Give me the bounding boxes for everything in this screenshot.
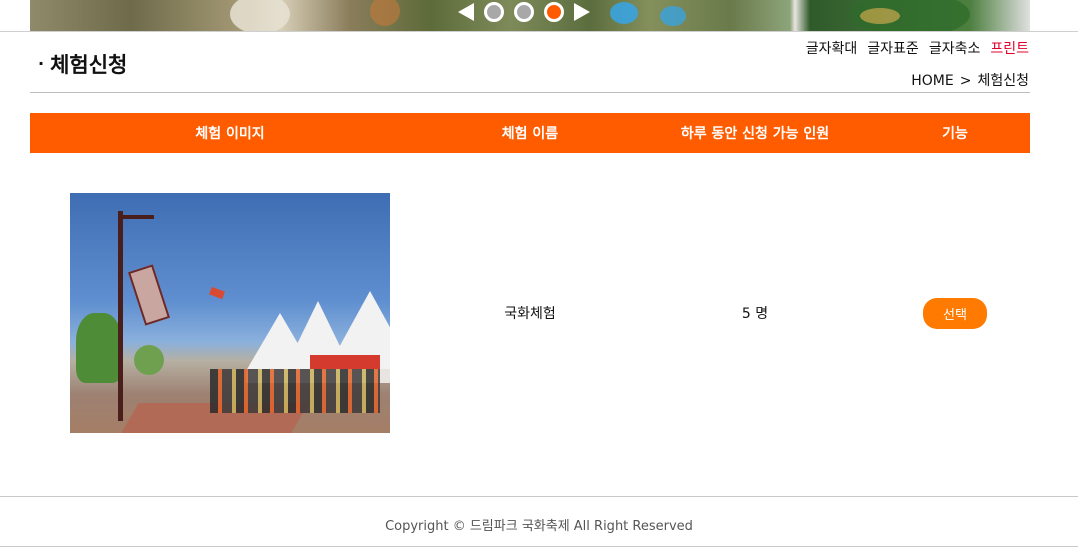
- column-header-function: 기능: [942, 126, 968, 142]
- next-slide-icon[interactable]: [574, 3, 590, 21]
- print-link[interactable]: 프린트: [990, 38, 1029, 58]
- experience-image-cell: [30, 153, 430, 473]
- capacity-cell: 5 명: [741, 306, 769, 322]
- divider: [0, 546, 1078, 547]
- slide-dot-3-active[interactable]: [544, 2, 564, 22]
- breadcrumb-current: 체험신청: [977, 73, 1029, 89]
- banner-decoration: [660, 6, 686, 26]
- page-title: · 체험신청: [38, 49, 127, 79]
- column-header-capacity: 하루 동안 신청 가능 인원: [680, 126, 830, 142]
- title-bullet: ·: [38, 54, 45, 73]
- breadcrumb-separator: >: [959, 73, 972, 89]
- function-cell: 선택: [880, 297, 1030, 329]
- divider: [0, 31, 1078, 32]
- banner-decoration: [370, 0, 400, 26]
- page-title-text: 체험신청: [50, 53, 128, 77]
- experience-photo: [70, 193, 390, 433]
- slide-dot-2[interactable]: [514, 2, 534, 22]
- banner-decoration: [230, 0, 290, 31]
- font-standard-link[interactable]: 글자표준: [867, 38, 919, 58]
- font-enlarge-link[interactable]: 글자확대: [806, 38, 858, 58]
- font-shrink-link[interactable]: 글자축소: [929, 38, 981, 58]
- footer-copyright: Copyright © 드림파크 국화축제 All Right Reserved: [385, 519, 693, 534]
- banner-decoration: [860, 8, 900, 24]
- table-row: 국화체험 5 명 선택: [30, 153, 1030, 473]
- font-size-tools: 글자확대 글자표준 글자축소 프린트: [806, 38, 1029, 58]
- column-header-name: 체험 이름: [501, 126, 559, 142]
- breadcrumb-home[interactable]: HOME: [911, 73, 953, 89]
- slider-controls: [458, 0, 590, 24]
- table-header: 체험 이미지 체험 이름 하루 동안 신청 가능 인원 기능: [30, 113, 1030, 153]
- previous-slide-icon[interactable]: [458, 3, 474, 21]
- divider: [30, 92, 1030, 93]
- breadcrumb: HOME > 체험신청: [911, 70, 1029, 90]
- column-header-image: 체험 이미지: [195, 126, 265, 142]
- select-button[interactable]: 선택: [923, 297, 987, 329]
- slide-dot-1[interactable]: [484, 2, 504, 22]
- experience-name-cell: 국화체험: [504, 306, 556, 322]
- banner-decoration: [610, 2, 638, 24]
- divider: [0, 496, 1078, 497]
